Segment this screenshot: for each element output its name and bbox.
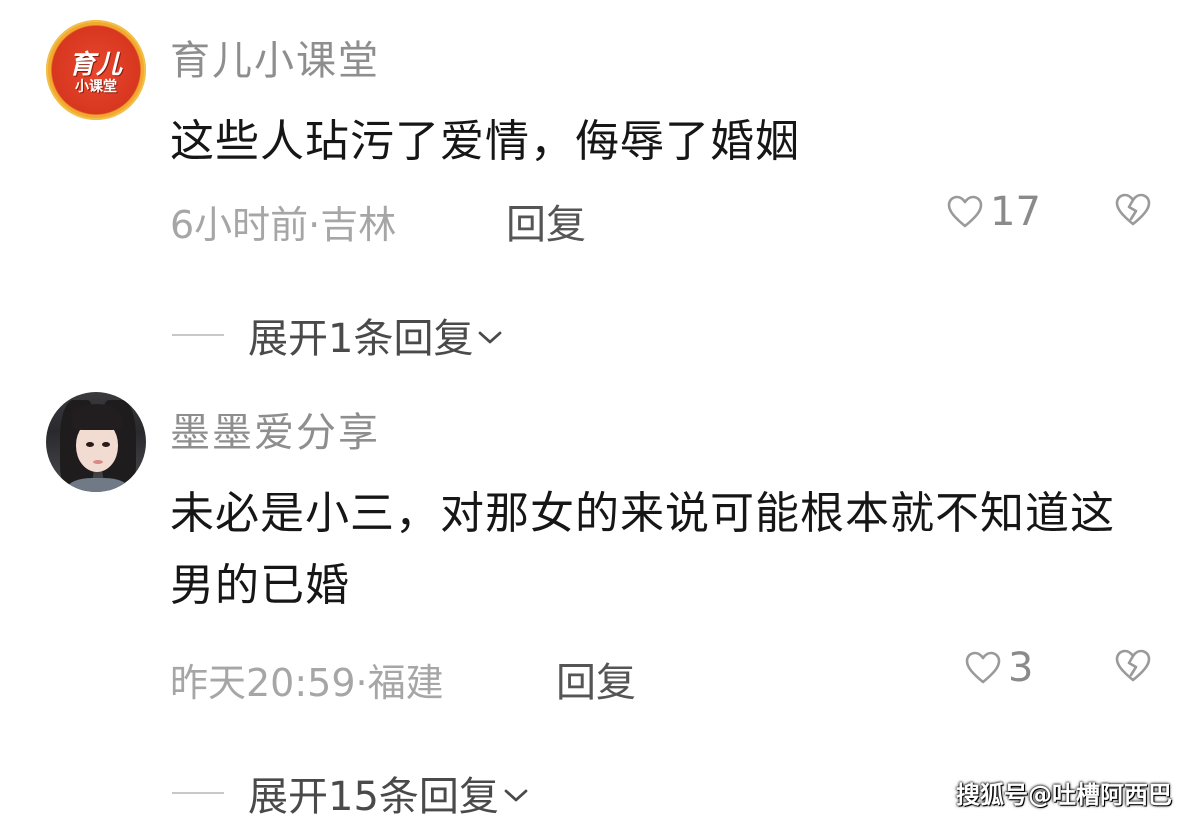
heart-outline-icon [946, 194, 984, 230]
expand-divider [172, 334, 224, 336]
avatar-eye [102, 442, 110, 447]
reply-button[interactable]: 回复 [506, 192, 586, 250]
heart-outline-icon [964, 650, 1002, 686]
comment-text: 这些人玷污了爱情，侮辱了婚姻 [170, 116, 800, 167]
username[interactable]: 育儿小课堂 [170, 28, 380, 86]
expand-replies-button[interactable]: 展开15条回复 [172, 764, 529, 822]
expand-divider [172, 792, 224, 794]
expand-replies-button[interactable]: 展开1条回复 [172, 306, 503, 364]
avatar-shoulder [66, 478, 130, 492]
avatar-mouth [93, 460, 103, 464]
reply-button[interactable]: 回复 [556, 650, 636, 708]
avatar-eye [86, 442, 94, 447]
like-count: 17 [990, 189, 1041, 235]
avatar[interactable]: 育儿 小课堂 [46, 20, 146, 120]
broken-heart-icon[interactable] [1114, 192, 1152, 228]
comment-text: 未必是小三，对那女的来说可能根本就不知道这男的已婚 [170, 488, 1115, 611]
comment-meta: 昨天20:59·福建 [170, 661, 444, 705]
avatar-logo-subtext: 小课堂 [75, 79, 117, 95]
like-count: 3 [1008, 645, 1034, 691]
chevron-down-icon [503, 788, 529, 804]
avatar[interactable] [46, 392, 146, 492]
like-button[interactable]: 3 [964, 645, 1034, 691]
broken-heart-icon[interactable] [1114, 648, 1152, 684]
watermark: 搜狐号@吐槽阿西巴 [956, 781, 1172, 809]
like-button[interactable]: 17 [946, 189, 1041, 235]
username[interactable]: 墨墨爱分享 [170, 400, 380, 458]
chevron-down-icon [477, 330, 503, 346]
avatar-bangs [72, 404, 122, 430]
expand-replies-label: 展开15条回复 [248, 774, 499, 820]
expand-replies-label: 展开1条回复 [248, 316, 474, 362]
comment-meta: 6小时前·吉林 [170, 203, 397, 247]
